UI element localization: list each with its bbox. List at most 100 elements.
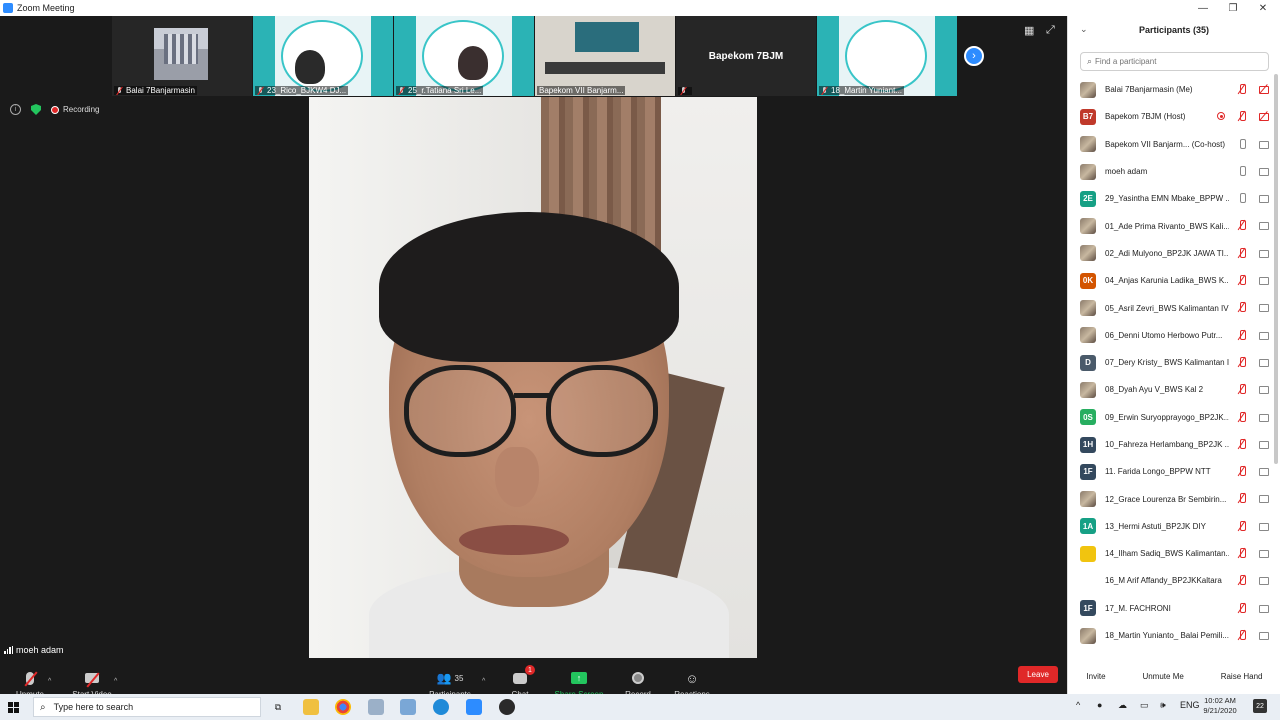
title-bar: Zoom Meeting — ❐ ✕ [0,0,1280,16]
participants-panel: ⌄ Participants (35) ⌕ Balai 7Banjarmasin… [1067,16,1280,694]
participant-row[interactable]: D 07_Dery Kristy_ BWS Kalimantan II [1068,349,1273,376]
onedrive-icon[interactable]: ☁ [1118,700,1127,711]
taskbar-search-placeholder: Type here to search [53,702,134,712]
participant-row[interactable]: 2E 29_Yasintha EMN Mbake_BPPW ... [1068,185,1273,212]
participant-name: 17_M. FACHRONI [1105,603,1171,613]
task-view-icon[interactable]: ⧉ [270,699,286,715]
zoom-app-icon [3,3,13,13]
mic-muted-icon [1237,602,1247,613]
tray-app-icon[interactable]: ▭ [1140,700,1149,711]
video-options-icon[interactable]: ^ [114,678,117,685]
edge-icon[interactable] [433,699,449,715]
windows-start-icon[interactable] [0,694,26,720]
video-icon [1259,466,1269,477]
volume-icon[interactable]: 🕪 [1160,700,1166,711]
thumbnail-0[interactable]: Balai 7Banjarmasin [112,16,252,96]
speaker-name: moeh adam [16,645,64,655]
zoom-taskbar-icon[interactable] [466,699,482,715]
raise-hand-button[interactable]: Raise Hand [1221,672,1263,681]
participant-row[interactable]: 1H 10_Fahreza Herlambang_BP2JK ... [1068,431,1273,458]
participant-search-input[interactable] [1095,57,1256,66]
share-screen-icon: ↑ [571,672,587,684]
restore-button[interactable]: ❐ [1218,0,1248,16]
shield-icon[interactable] [31,104,41,115]
unmute-me-button[interactable]: Unmute Me [1142,672,1183,681]
participant-row[interactable]: 1F 11. Farida Longo_BPPW NTT [1068,458,1273,485]
video-icon [1259,630,1269,640]
audio-options-icon[interactable]: ^ [48,678,51,685]
participant-row[interactable]: 1A 13_Hermi Astuti_BP2JK DIY [1068,513,1273,540]
participant-avatar: B7 [1080,108,1096,125]
taskbar-search[interactable]: ⌕ Type here to search [33,697,261,717]
participant-row[interactable]: B7 Bapekom 7BJM (Host) [1068,103,1273,130]
panel-scrollbar[interactable] [1274,74,1278,464]
close-button[interactable]: ✕ [1248,0,1278,16]
next-page-icon[interactable]: › [964,46,984,66]
participant-avatar: 1F [1080,463,1096,480]
mic-muted-icon [1237,247,1247,258]
tray-mic-icon[interactable]: ● [1097,700,1102,710]
collapse-panel-icon[interactable]: ⌄ [1080,24,1088,35]
leave-button[interactable]: Leave [1018,666,1058,683]
info-icon[interactable]: i [10,104,21,115]
participant-name: 12_Grace Lourenza Br Sembirin... [1105,494,1227,504]
search-icon: ⌕ [1087,56,1093,66]
mic-icon [1237,165,1247,176]
participant-row[interactable]: moeh adam [1068,158,1273,185]
thumbnail-3[interactable]: Bapekom VII Banjarm... [535,16,675,96]
gallery-view-icon[interactable]: ▦ [1024,24,1036,37]
thumbnail-1[interactable]: 23_Rico_BJKW4 DJ... [253,16,393,96]
participant-row[interactable]: 0K 04_Anjas Karunia Ladika_BWS K... [1068,267,1273,294]
participant-avatar: D [1080,354,1096,371]
mic-muted-icon [1237,220,1247,231]
participant-row[interactable]: 1F 17_M. FACHRONI [1068,595,1273,622]
chrome-icon[interactable] [335,699,351,715]
participant-name: 07_Dery Kristy_ BWS Kalimantan II [1105,358,1229,368]
video-icon [1259,139,1269,149]
participant-row[interactable]: 05_Asril Zevri_BWS Kalimantan IV [1068,294,1273,321]
participant-avatar [1080,300,1096,317]
participant-row[interactable]: 02_Adi Mulyono_BP2JK JAWA TI... [1068,240,1273,267]
app-icon-2[interactable] [400,699,416,715]
search-icon: ⌕ [40,701,46,713]
thumbnail-4[interactable]: Bapekom 7BJM [676,16,816,96]
video-icon [1259,575,1269,586]
mic-muted-icon [1237,548,1247,559]
recording-label: Recording [63,105,100,114]
participant-name: 29_Yasintha EMN Mbake_BPPW ... [1105,194,1229,204]
participant-avatar [1080,545,1096,562]
app-icon-3[interactable] [499,699,515,715]
language-indicator[interactable]: ENG [1180,700,1200,710]
participant-row[interactable]: 14_Ilham Sadiq_BWS Kalimantan... [1068,540,1273,567]
app-icon[interactable] [368,699,384,715]
participant-row[interactable]: 0S 09_Erwin Suryopprayogo_BP2JK... [1068,404,1273,431]
participants-options-icon[interactable]: ^ [482,678,485,685]
participant-search[interactable]: ⌕ [1080,52,1269,71]
file-explorer-icon[interactable] [303,699,319,715]
notifications-icon[interactable]: 22 [1253,699,1267,713]
participant-row[interactable]: Balai 7Banjarmasin (Me) [1068,76,1273,103]
thumbnail-5[interactable]: 18_Martin Yuniant... [817,16,957,96]
video-icon [1259,166,1269,176]
tray-chevron-icon[interactable]: ^ [1076,700,1080,710]
muted-mic-icon [116,86,123,95]
thumbnail-2[interactable]: 25_r.Tatiana Sri Le... [394,16,534,96]
taskbar-clock[interactable]: 10:02 AM 9/21/2020 [1198,696,1242,716]
muted-mic-icon [257,86,264,95]
video-icon [1259,275,1269,286]
participant-row[interactable]: 08_Dyah Ayu V_BWS Kal 2 [1068,376,1273,403]
participant-row[interactable]: 01_Ade Prima Rivanto_BWS Kali... [1068,212,1273,239]
mic-muted-icon [1237,466,1247,477]
window-title: Zoom Meeting [17,3,75,13]
minimize-button[interactable]: — [1188,0,1218,16]
participant-avatar: 1A [1080,518,1096,535]
participant-row[interactable]: 12_Grace Lourenza Br Sembirin... [1068,485,1273,512]
participant-name: Bapekom 7BJM (Host) [1105,112,1186,122]
participant-row[interactable]: Bapekom VII Banjarm... (Co-host) [1068,131,1273,158]
participant-row[interactable]: 06_Denni Utomo Herbowo Putr... [1068,322,1273,349]
participant-row[interactable]: 16_M Arif Affandy_BP2JKKaltara [1068,567,1273,594]
invite-button[interactable]: Invite [1086,672,1105,681]
participant-row[interactable]: 18_Martin Yunianto_ Balai Pemili... [1068,622,1273,649]
fullscreen-icon[interactable]: ⤢ [1046,24,1058,36]
mic-muted-icon [1237,493,1247,504]
